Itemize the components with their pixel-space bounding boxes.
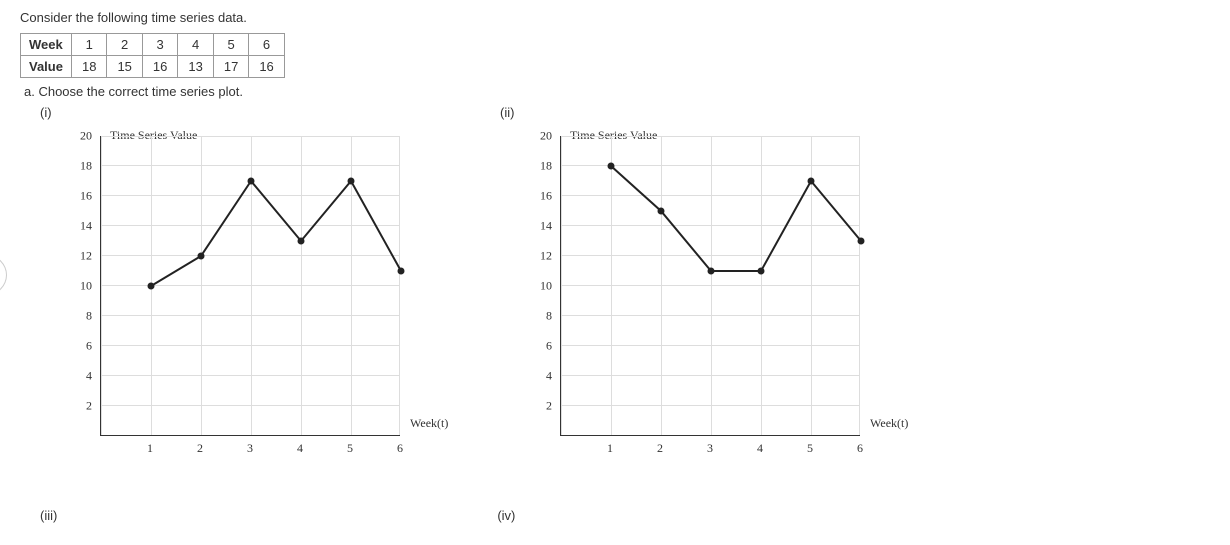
x-tick-label: 2: [657, 441, 663, 456]
plot-option-ii[interactable]: (ii) Time Series Value 2468101214161820 …: [500, 103, 920, 486]
plot-label-i: (i): [40, 105, 460, 120]
value-cell: 16: [249, 56, 284, 78]
week-cell: 4: [178, 34, 213, 56]
plot-label-iii: (iii): [40, 508, 57, 523]
y-tick-label: 18: [80, 159, 92, 174]
y-tick-label: 2: [86, 399, 92, 414]
y-tick-label: 10: [540, 279, 552, 294]
prev-arrow-button[interactable]: ❮: [0, 255, 7, 295]
x-tick-label: 4: [757, 441, 763, 456]
y-tick-label: 12: [80, 249, 92, 264]
value-cell: 13: [178, 56, 213, 78]
chart-ii: Time Series Value 2468101214161820 12345…: [500, 126, 920, 486]
week-cell: 6: [249, 34, 284, 56]
y-tick-label: 14: [80, 219, 92, 234]
week-cell: 2: [107, 34, 142, 56]
y-tick-label: 2: [546, 399, 552, 414]
x-tick-label: 3: [247, 441, 253, 456]
row-week-header: Week: [21, 34, 72, 56]
x-axis-ticks: 1 2 3 4 5 6: [560, 441, 860, 461]
y-tick-label: 12: [540, 249, 552, 264]
intro-text: Consider the following time series data.: [20, 10, 1210, 25]
value-cell: 17: [213, 56, 248, 78]
x-tick-label: 4: [297, 441, 303, 456]
y-tick-label: 20: [540, 129, 552, 144]
y-tick-label: 16: [80, 189, 92, 204]
x-tick-label: 5: [347, 441, 353, 456]
y-tick-label: 6: [86, 339, 92, 354]
x-tick-label: 1: [607, 441, 613, 456]
plot-label-iv: (iv): [497, 508, 515, 523]
y-tick-label: 10: [80, 279, 92, 294]
y-axis-ticks: 2468101214161820: [40, 136, 95, 436]
week-cell: 1: [71, 34, 106, 56]
sub-question: a. Choose the correct time series plot.: [24, 84, 1210, 99]
y-tick-label: 8: [546, 309, 552, 324]
y-tick-label: 14: [540, 219, 552, 234]
y-tick-label: 16: [540, 189, 552, 204]
y-tick-label: 18: [540, 159, 552, 174]
y-tick-label: 6: [546, 339, 552, 354]
y-axis-ticks: 2468101214161820: [500, 136, 555, 436]
row-value-header: Value: [21, 56, 72, 78]
y-tick-label: 4: [86, 369, 92, 384]
x-axis-label: Week(t): [410, 416, 448, 431]
chart-line-i: [101, 136, 400, 435]
y-tick-label: 4: [546, 369, 552, 384]
y-tick-label: 8: [86, 309, 92, 324]
chart-i: Time Series Value 2468101214161820 12345…: [40, 126, 460, 486]
y-tick-label: 20: [80, 129, 92, 144]
x-tick-label: 3: [707, 441, 713, 456]
value-cell: 15: [107, 56, 142, 78]
plot-option-i[interactable]: (i) Time Series Value 2468101214161820 1…: [40, 103, 460, 486]
chart-line-ii: [561, 136, 860, 435]
week-cell: 5: [213, 34, 248, 56]
x-tick-label: 5: [807, 441, 813, 456]
x-tick-label: 6: [397, 441, 403, 456]
x-tick-label: 2: [197, 441, 203, 456]
week-cell: 3: [142, 34, 177, 56]
plot-label-ii: (ii): [500, 105, 920, 120]
x-tick-label: 6: [857, 441, 863, 456]
x-tick-label: 1: [147, 441, 153, 456]
value-cell: 18: [71, 56, 106, 78]
value-cell: 16: [142, 56, 177, 78]
x-axis-label: Week(t): [870, 416, 908, 431]
x-axis-ticks: 1 2 3 4 5 6: [100, 441, 400, 461]
data-table: Week 1 2 3 4 5 6 Value 18 15 16 13 17 16: [20, 33, 285, 78]
